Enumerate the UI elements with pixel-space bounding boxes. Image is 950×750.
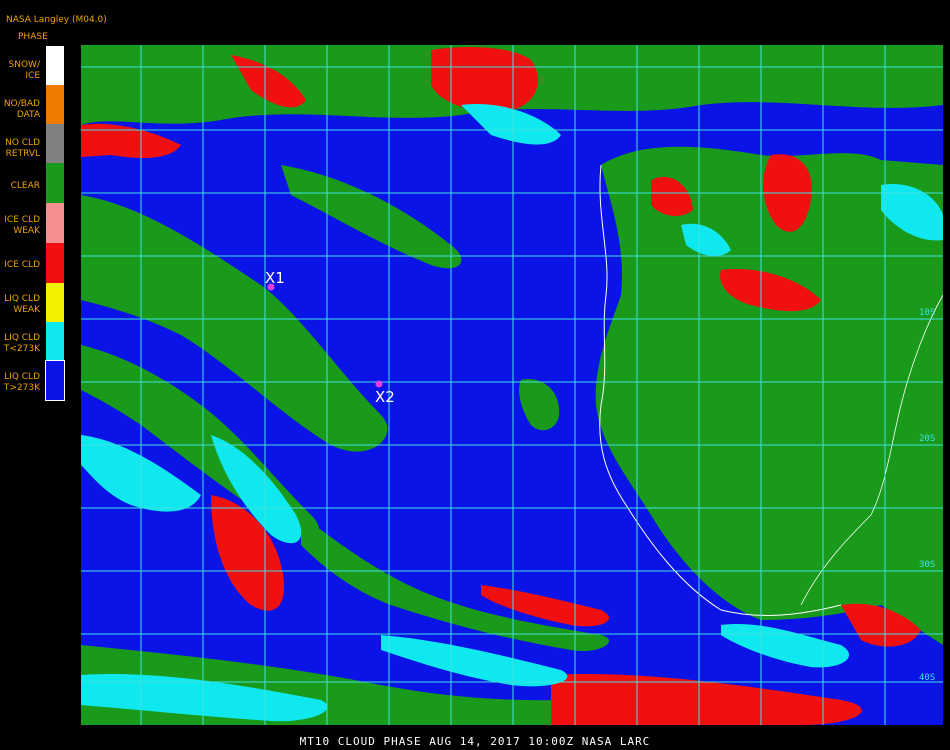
lat-label-40s: 40S <box>919 673 935 683</box>
marker-x1-label: X1 <box>265 269 285 287</box>
legend-label-snow-ice: SNOW/ ICE <box>8 60 40 81</box>
legend-label-no-cld-retrvl: NO CLD RETRVL <box>5 138 40 159</box>
legend-swatch-liq-cld-warm <box>45 360 65 401</box>
legend-label-liq-cld-weak: LIQ CLD WEAK <box>4 294 40 315</box>
legend-swatch-no-cld-retrvl <box>46 124 64 163</box>
marker-x2-dot <box>375 380 383 388</box>
legend-swatch-no-bad-data <box>46 85 64 124</box>
legend-swatch-snow-ice <box>46 46 64 85</box>
lat-label-20s: 20S <box>919 434 935 444</box>
legend-swatch-ice-cld <box>46 243 64 283</box>
marker-x2-label: X2 <box>375 388 395 406</box>
cloud-phase-map: 10S 20S 30S 40S X1 X2 <box>81 45 943 725</box>
timestamp: Aug 14, 2017 10:00 UTC <box>401 18 549 32</box>
legend-title: PHASE <box>18 32 48 42</box>
legend-label-clear: CLEAR <box>10 181 40 191</box>
legend-label-ice-cld-weak: ICE CLD WEAK <box>4 215 40 236</box>
legend-label-liq-cld-cold: LIQ CLD T<273K <box>3 333 40 354</box>
legend-swatch-ice-cld-weak <box>46 203 64 243</box>
footer-caption: MT10 CLOUD PHASE AUG 14, 2017 10:00Z NAS… <box>299 735 651 748</box>
lat-label-30s: 30S <box>919 560 935 570</box>
legend-swatch-liq-cld-cold <box>46 322 64 361</box>
page-title: CLOUD PHASE <box>422 2 528 18</box>
lat-label-10s: 10S <box>919 308 935 318</box>
legend-swatch-clear <box>46 163 64 203</box>
color-legend <box>45 46 65 401</box>
legend-label-liq-cld-warm: LIQ CLD T>273K <box>3 372 40 393</box>
legend-label-no-bad-data: NO/BAD DATA <box>3 99 40 120</box>
legend-label-ice-cld: ICE CLD <box>4 260 40 270</box>
legend-swatch-liq-cld-weak <box>46 283 64 322</box>
